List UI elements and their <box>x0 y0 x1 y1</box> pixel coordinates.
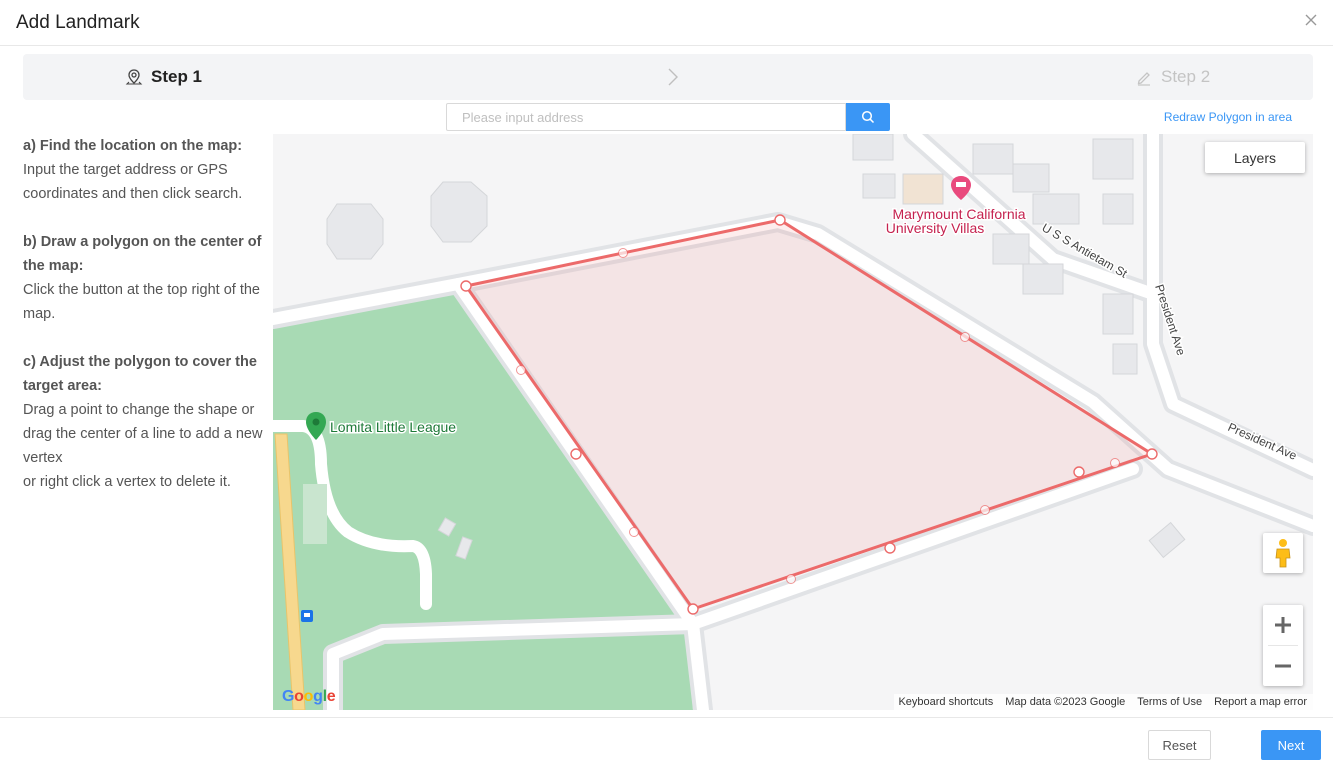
step-1-label: Step 1 <box>151 67 203 86</box>
map-base[interactable]: Marymount California University Villas L… <box>273 134 1313 710</box>
instruction-a-body: Input the target address or GPS coordina… <box>23 162 243 202</box>
label-villas-2: University Villas <box>886 220 985 236</box>
terms-link[interactable]: Terms of Use <box>1137 694 1202 710</box>
instruction-b-body: Click the button at the top right of the… <box>23 282 260 322</box>
search-button[interactable] <box>846 103 890 131</box>
zoom-in-button[interactable] <box>1263 605 1303 645</box>
map-attribution: Keyboard shortcuts Map data ©2023 Google… <box>894 694 1313 710</box>
google-logo: Google <box>282 688 336 705</box>
map-canvas[interactable]: Marymount California University Villas L… <box>273 134 1313 710</box>
minus-icon <box>1275 664 1291 668</box>
map-data-text: Map data ©2023 Google <box>1005 696 1126 708</box>
pegman-icon <box>1275 539 1291 568</box>
step-1: Step 1 <box>125 67 202 87</box>
chevron-right-icon <box>668 68 678 86</box>
instruction-b-heading: b) Draw a polygon on the center of the m… <box>23 234 262 274</box>
step-2-label: Step 2 <box>1161 67 1211 86</box>
map-pin-icon <box>125 69 143 85</box>
instruction-c-body: Drag a point to change the shape or drag… <box>23 402 263 466</box>
dialog-title: Add Landmark <box>16 12 140 33</box>
instructions-panel: a) Find the location on the map: Input t… <box>23 134 275 518</box>
instruction-c-body-2: or right click a vertex to delete it. <box>23 474 231 490</box>
instruction-c-heading: c) Adjust the polygon to cover the targe… <box>23 354 257 394</box>
dialog-footer: Reset Next <box>0 717 1333 769</box>
dialog-header: Add Landmark <box>0 0 1333 46</box>
zoom-out-button[interactable] <box>1263 646 1303 686</box>
address-search <box>446 103 890 131</box>
step-2: Step 2 <box>1135 67 1210 87</box>
bus-stop-icon <box>301 610 313 622</box>
label-league: Lomita Little League <box>330 419 456 435</box>
layers-button[interactable]: Layers <box>1205 142 1305 173</box>
step-bar: Step 1 Step 2 <box>23 54 1313 100</box>
street-view-pegman[interactable] <box>1263 533 1303 573</box>
zoom-control <box>1263 605 1303 686</box>
pencil-icon <box>1137 72 1150 86</box>
redraw-polygon-link[interactable]: Redraw Polygon in area <box>1164 110 1292 124</box>
search-input[interactable] <box>446 103 846 131</box>
instruction-a-heading: a) Find the location on the map: <box>23 138 243 154</box>
reset-button[interactable]: Reset <box>1148 730 1211 760</box>
keyboard-shortcuts-link[interactable]: Keyboard shortcuts <box>898 694 993 710</box>
next-button[interactable]: Next <box>1261 730 1321 760</box>
report-error-link[interactable]: Report a map error <box>1214 694 1307 710</box>
close-icon[interactable] <box>1303 12 1319 28</box>
search-icon <box>861 110 875 124</box>
plus-icon <box>1275 617 1291 633</box>
